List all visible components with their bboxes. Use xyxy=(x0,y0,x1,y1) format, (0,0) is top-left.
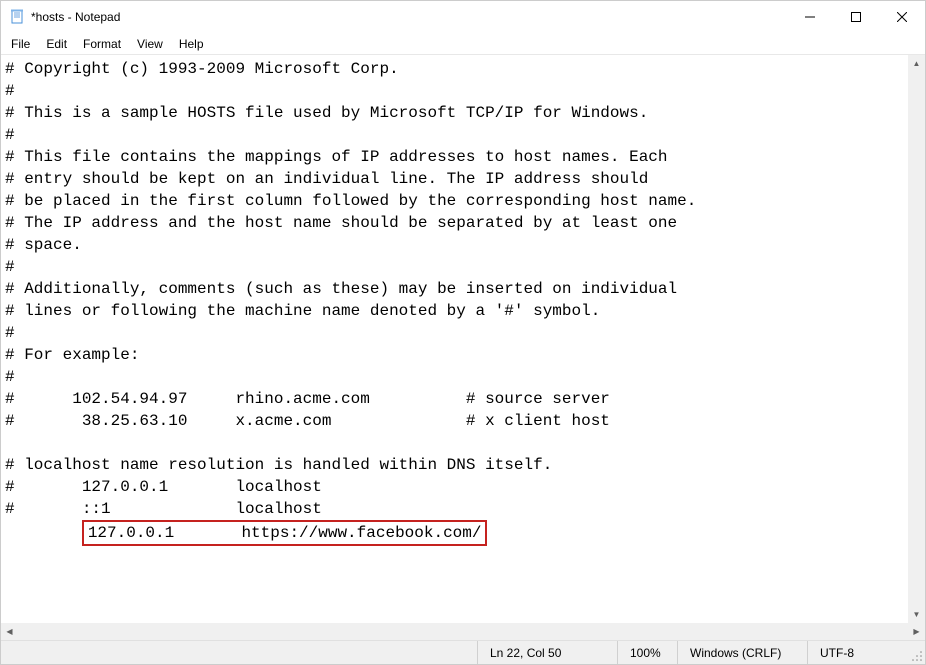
window-controls xyxy=(787,1,925,33)
menu-file[interactable]: File xyxy=(3,35,38,53)
menu-edit[interactable]: Edit xyxy=(38,35,75,53)
status-line-ending: Windows (CRLF) xyxy=(677,641,807,664)
vertical-scrollbar[interactable]: ▲ ▼ xyxy=(908,55,925,623)
status-zoom: 100% xyxy=(617,641,677,664)
scroll-right-icon[interactable]: ▶ xyxy=(908,623,925,640)
close-button[interactable] xyxy=(879,1,925,33)
highlighted-entry: 127.0.0.1 https://www.facebook.com/ xyxy=(82,520,488,546)
status-position: Ln 22, Col 50 xyxy=(477,641,617,664)
menubar: File Edit Format View Help xyxy=(1,33,925,55)
titlebar: *hosts - Notepad xyxy=(1,1,925,33)
scroll-left-icon[interactable]: ◀ xyxy=(1,623,18,640)
maximize-button[interactable] xyxy=(833,1,879,33)
minimize-button[interactable] xyxy=(787,1,833,33)
menu-help[interactable]: Help xyxy=(171,35,212,53)
scroll-up-icon[interactable]: ▲ xyxy=(908,55,925,72)
scroll-down-icon[interactable]: ▼ xyxy=(908,606,925,623)
menu-view[interactable]: View xyxy=(129,35,171,53)
statusbar: Ln 22, Col 50 100% Windows (CRLF) UTF-8 xyxy=(1,640,925,664)
notepad-icon xyxy=(9,9,25,25)
window-title: *hosts - Notepad xyxy=(31,10,787,24)
editor-area: # Copyright (c) 1993-2009 Microsoft Corp… xyxy=(1,55,925,640)
status-encoding: UTF-8 xyxy=(807,641,907,664)
horizontal-scrollbar[interactable]: ◀ ▶ xyxy=(1,623,925,640)
menu-format[interactable]: Format xyxy=(75,35,129,53)
resize-grip-icon[interactable] xyxy=(907,641,925,664)
text-editor[interactable]: # Copyright (c) 1993-2009 Microsoft Corp… xyxy=(1,55,925,623)
